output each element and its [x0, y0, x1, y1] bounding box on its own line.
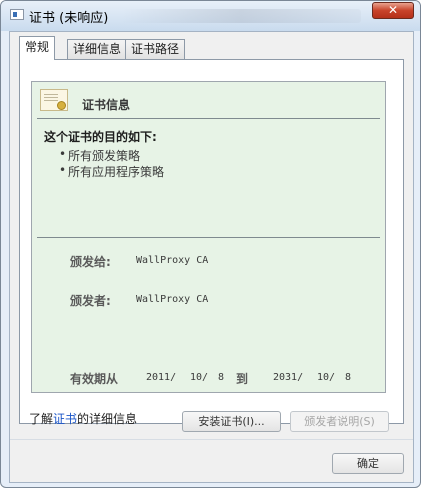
ok-button[interactable]: 确定 — [332, 453, 404, 474]
issued-to-label: 颁发给: — [70, 255, 111, 269]
general-tab-panel: 证书信息 这个证书的目的如下: 所有颁发策略 所有应用程序策略 颁发给: Wal… — [19, 59, 404, 432]
issued-to-value: WallProxy CA — [136, 255, 209, 266]
validity-to-label: 到 — [236, 372, 249, 386]
purpose-item: 所有应用程序策略 — [59, 163, 164, 180]
validity-label: 有效期从 — [70, 372, 119, 386]
learn-more-suffix: 的详细信息 — [77, 412, 138, 426]
window-title: 证书 (未响应) — [29, 11, 109, 26]
footer-divider — [10, 439, 413, 440]
purpose-item: 所有颁发策略 — [59, 147, 140, 164]
heading-divider — [37, 118, 380, 119]
issued-by-value: WallProxy CA — [136, 294, 209, 305]
tab-certification-path[interactable]: 证书路径 — [125, 39, 186, 59]
certificate-icon — [40, 89, 68, 111]
certificate-window-icon — [10, 9, 24, 20]
dialog-client-area: 常规 详细信息 证书路径 证书信息 这个证书的目的如下: 所有颁发策略 所有应用… — [9, 31, 414, 483]
valid-to-year: 2031/ — [273, 372, 304, 383]
issued-by-label: 颁发者: — [70, 294, 111, 308]
title-bar[interactable]: 证书 (未响应) ✕ — [1, 1, 420, 31]
valid-to-day: 8 — [345, 372, 352, 383]
tab-details[interactable]: 详细信息 — [67, 39, 128, 59]
title-bar-background — [121, 9, 361, 23]
certificate-info-heading: 证书信息 — [82, 98, 131, 112]
valid-from-year: 2011/ — [146, 372, 177, 383]
tab-general[interactable]: 常规 — [19, 36, 56, 60]
learn-more-text: 了解证书的详细信息 — [29, 410, 137, 427]
certificate-info-box: 证书信息 这个证书的目的如下: 所有颁发策略 所有应用程序策略 颁发给: Wal… — [31, 81, 386, 393]
purpose-label: 这个证书的目的如下: — [44, 130, 157, 144]
purpose-divider — [37, 237, 380, 238]
close-button[interactable]: ✕ — [372, 2, 414, 19]
install-certificate-button[interactable]: 安装证书(I)... — [182, 411, 281, 432]
valid-from-month: 10/ — [190, 372, 209, 383]
certificate-dialog: 证书 (未响应) ✕ 常规 详细信息 证书路径 证书信息 这个证书的目的如下: … — [0, 0, 421, 488]
issuer-statement-button[interactable]: 颁发者说明(S) — [290, 411, 389, 432]
learn-more-prefix: 了解 — [29, 412, 54, 426]
certificate-link[interactable]: 证书 — [53, 412, 77, 426]
valid-from-day: 8 — [218, 372, 225, 383]
valid-to-month: 10/ — [317, 372, 336, 383]
